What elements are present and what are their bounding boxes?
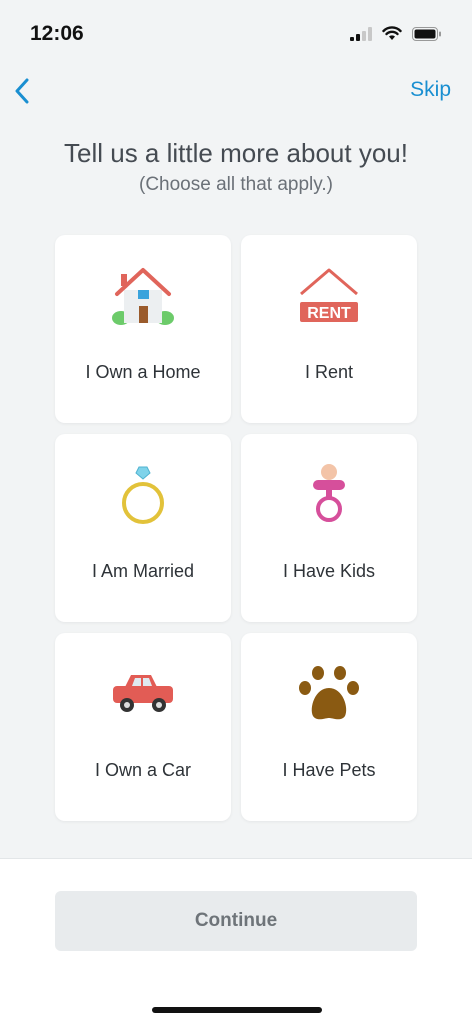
back-button[interactable]	[6, 74, 38, 108]
page-subtitle: (Choose all that apply.)	[139, 174, 333, 195]
option-label: I Own a Car	[94, 760, 192, 780]
footer: Continue	[0, 858, 472, 1024]
pacifier-icon	[313, 464, 345, 522]
option-label: I Have Pets	[282, 760, 376, 780]
wifi-icon	[382, 26, 402, 40]
status-icons	[350, 26, 442, 41]
signal-icon	[350, 26, 372, 41]
status-bar: 12:06	[0, 0, 472, 66]
continue-button[interactable]: Continue	[55, 891, 417, 951]
option-card-car[interactable]: I Own a Car	[55, 633, 231, 821]
option-label: I Rent	[304, 362, 354, 382]
car-icon	[113, 675, 173, 712]
ring-icon	[122, 466, 164, 524]
option-card-kids[interactable]: I Have Kids	[241, 434, 417, 622]
status-time: 12:06	[30, 22, 84, 45]
rent-sign-icon: RENT	[300, 268, 358, 322]
skip-button[interactable]: Skip	[410, 78, 451, 102]
home-indicator	[152, 1007, 322, 1013]
option-card-pets[interactable]: I Have Pets	[241, 633, 417, 821]
nav-bar: Skip	[0, 66, 472, 116]
rent-sign-text: RENT	[307, 305, 351, 322]
house-icon	[112, 268, 174, 325]
chevron-left-icon	[15, 78, 29, 104]
battery-icon	[412, 26, 441, 41]
paw-icon	[299, 666, 359, 720]
option-card-rent[interactable]: RENT I Rent	[241, 235, 417, 423]
option-card-own-home[interactable]: I Own a Home	[55, 235, 231, 423]
options-grid: I Own a Home RENT I Rent I Am Married I …	[55, 235, 417, 821]
option-label: I Own a Home	[85, 362, 201, 382]
option-label: I Am Married	[91, 561, 195, 581]
option-label: I Have Kids	[282, 561, 376, 581]
page-title: Tell us a little more about you!	[64, 138, 408, 168]
option-card-married[interactable]: I Am Married	[55, 434, 231, 622]
